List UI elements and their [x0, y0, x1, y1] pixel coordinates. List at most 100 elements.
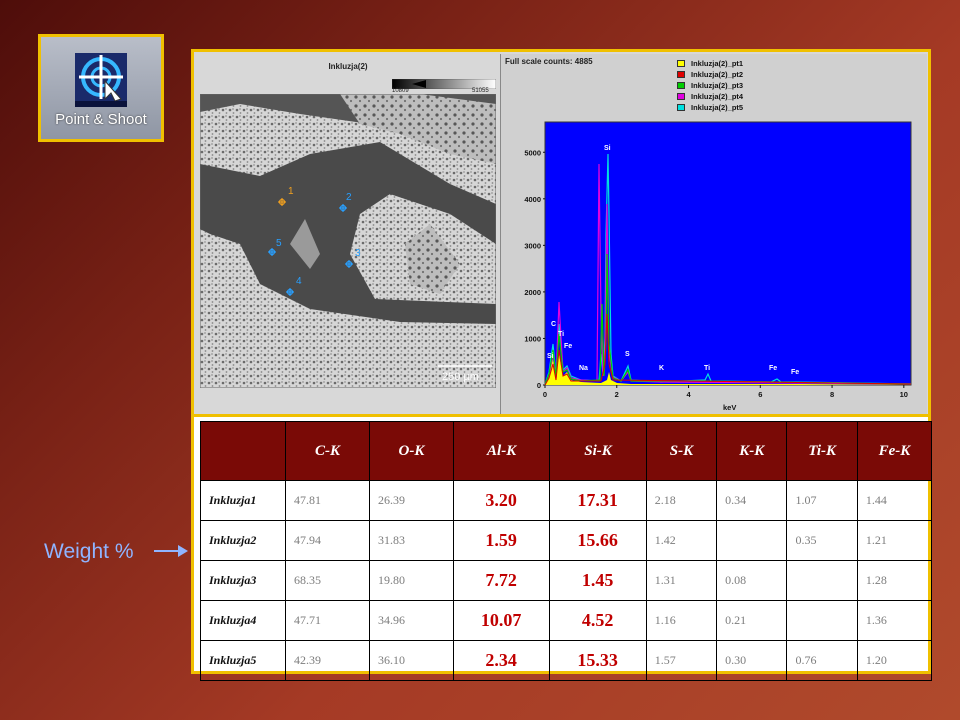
x-tick-label: 0 — [543, 390, 547, 399]
table-cell: 31.83 — [368, 520, 454, 561]
column-header — [200, 421, 286, 481]
y-tick-label: 1000 — [524, 334, 541, 343]
legend-swatch — [677, 71, 685, 78]
table-row: Inkluzja3 68.35 19.80 7.72 1.45 1.31 0.08 1.28 — [200, 560, 933, 601]
y-tick-label: 5000 — [524, 148, 541, 157]
peak-label-fe-low: Fe — [564, 343, 572, 350]
table-cell: 1.42 — [645, 520, 718, 561]
column-header: Ti-K — [786, 421, 858, 481]
peak-label-ti-low: Ti — [558, 331, 564, 338]
legend-label: Inkluzja(2)_pt2 — [691, 70, 744, 79]
table-cell — [786, 600, 858, 641]
column-header: C-K — [285, 421, 370, 481]
column-header: K-K — [716, 421, 788, 481]
highlight-cell: 1.45 — [549, 560, 647, 601]
table-cell: 34.96 — [368, 600, 454, 641]
x-tick-label: 6 — [758, 390, 762, 399]
highlight-cell: 10.07 — [452, 600, 551, 641]
table-cell: 0.21 — [716, 600, 788, 641]
point-and-shoot-button[interactable]: Point & Shoot — [38, 34, 164, 142]
table-row: Inkluzja4 47.71 34.96 10.07 4.52 1.16 0.21 1.36 — [200, 600, 933, 641]
peak-label-si: Si — [604, 145, 611, 152]
table-row: Inkluzja5 42.39 36.10 2.34 15.33 1.57 0.30 0.76… — [200, 640, 933, 681]
x-tick-label: 2 — [615, 390, 619, 399]
table-cell: 0.08 — [716, 560, 788, 601]
row-label: Inkluzja5 — [200, 640, 286, 681]
legend-swatch — [677, 93, 685, 100]
image-title: Inkluzja(2) — [328, 62, 368, 71]
legend-swatch — [677, 104, 685, 111]
table-cell: 1.16 — [645, 600, 718, 641]
sem-micrograph[interactable]: 1 2 3 4 5 — [200, 94, 496, 388]
point-label-3: 3 — [355, 248, 361, 259]
highlight-cell: 4.52 — [549, 600, 647, 641]
table-cell: 0.76 — [786, 640, 858, 681]
table-cell: 1.44 — [856, 480, 933, 521]
table-cell: 19.80 — [368, 560, 454, 601]
crosshair-target-icon — [75, 53, 127, 107]
table-cell: 1.31 — [645, 560, 718, 601]
table-cell: 26.39 — [368, 480, 454, 521]
peak-label-fe-2: Fe — [791, 369, 799, 376]
spectrum-title: Full scale counts: 4885 — [505, 57, 593, 66]
table-cell — [716, 520, 788, 561]
highlight-cell: 7.72 — [452, 560, 551, 601]
row-label: Inkluzja4 — [200, 600, 286, 641]
table-cell — [786, 560, 858, 601]
row-label: Inkluzja1 — [200, 480, 286, 521]
peak-label-fe: Fe — [769, 365, 777, 372]
table-cell: 0.34 — [716, 480, 788, 521]
highlight-cell: 17.31 — [549, 480, 647, 521]
x-tick-label: 4 — [686, 390, 691, 399]
table-cell: 1.21 — [856, 520, 933, 561]
table-cell: 47.71 — [285, 600, 370, 641]
table-cell: 42.39 — [285, 640, 370, 681]
analysis-panel: Inkluzja(2) 10809 51055 1 2 3 4 5 250 µm… — [191, 49, 931, 419]
weight-percent-label: Weight % — [44, 540, 134, 563]
highlight-cell: 3.20 — [452, 480, 551, 521]
x-axis-label: keV — [723, 403, 736, 412]
row-label: Inkluzja3 — [200, 560, 286, 601]
peak-label-si-low: Si — [547, 353, 554, 360]
y-tick-label: 0 — [537, 381, 541, 390]
table-row: Inkluzja1 47.81 26.39 3.20 17.31 2.18 0.34 1.07… — [200, 480, 933, 521]
arrow-right-icon — [154, 545, 188, 557]
legend-item[interactable]: Inkluzja(2)_pt4 — [677, 91, 743, 102]
table-cell: 47.81 — [285, 480, 370, 521]
highlight-cell: 2.34 — [452, 640, 551, 681]
spectrum-pane: 0 1000 2000 3000 4000 5000 0 2 4 6 8 10 keV Si C T… — [500, 54, 927, 418]
table-cell: 2.18 — [645, 480, 718, 521]
legend-item[interactable]: Inkluzja(2)_pt3 — [677, 80, 743, 91]
peak-label-ti: Ti — [704, 365, 710, 372]
y-tick-label: 3000 — [524, 241, 541, 250]
point-label-5: 5 — [276, 238, 282, 249]
table-cell: 47.94 — [285, 520, 370, 561]
column-header: Si-K — [549, 421, 647, 481]
point-label-4: 4 — [296, 276, 302, 287]
table-header-row: C-K O-K Al-K Si-K S-K K-K Ti-K Fe-K — [200, 421, 933, 481]
peak-label-k: K — [659, 365, 664, 372]
legend-item[interactable]: Inkluzja(2)_pt5 — [677, 102, 743, 113]
micron-scale-label: 250 µm — [442, 371, 479, 383]
legend-item[interactable]: Inkluzja(2)_pt2 — [677, 69, 743, 80]
point-label-1: 1 — [288, 186, 294, 197]
legend-swatch — [677, 82, 685, 89]
peak-label-na: Na — [579, 365, 588, 372]
legend-item[interactable]: Inkluzja(2)_pt1 — [677, 58, 743, 69]
electron-image-pane: Inkluzja(2) 10809 51055 1 2 3 4 5 250 µm — [198, 56, 498, 418]
table-cell: 1.28 — [856, 560, 933, 601]
point-label-2: 2 — [346, 192, 352, 203]
column-header: S-K — [645, 421, 718, 481]
legend-label: Inkluzja(2)_pt1 — [691, 59, 744, 68]
y-tick-label: 4000 — [524, 195, 541, 204]
y-tick-label: 2000 — [524, 288, 541, 297]
table-cell: 68.35 — [285, 560, 370, 601]
table-cell: 0.30 — [716, 640, 788, 681]
highlight-cell: 15.33 — [549, 640, 647, 681]
table-cell: 1.07 — [786, 480, 858, 521]
highlight-cell: 1.59 — [452, 520, 551, 561]
legend-label: Inkluzja(2)_pt3 — [691, 81, 744, 90]
table-cell: 1.57 — [645, 640, 718, 681]
highlight-cell: 15.66 — [549, 520, 647, 561]
spectrum-legend: Inkluzja(2)_pt1 Inkluzja(2)_pt2 Inkluzja(2… — [677, 58, 743, 113]
